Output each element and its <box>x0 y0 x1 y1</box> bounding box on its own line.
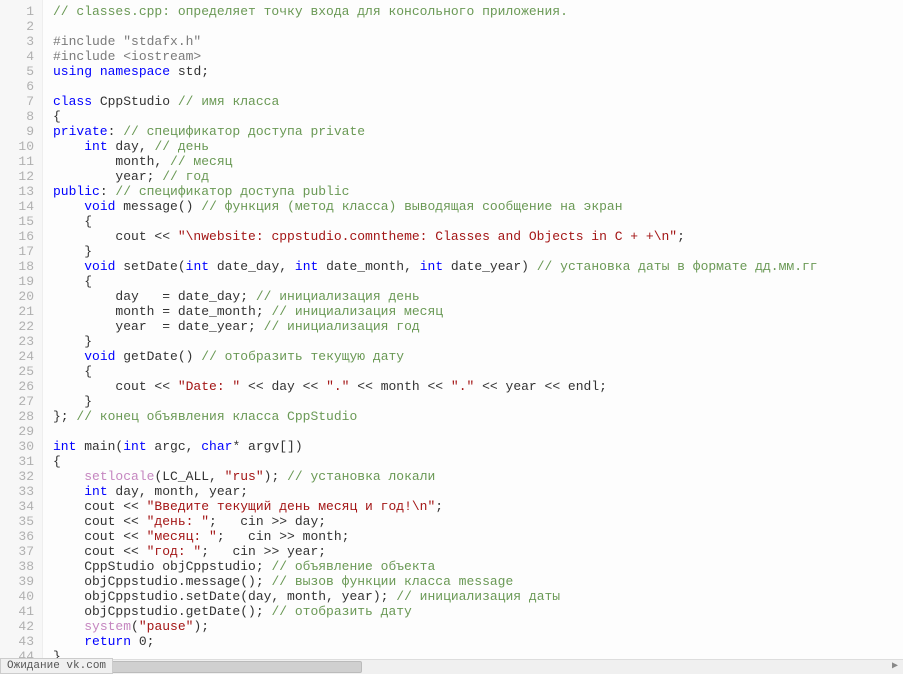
code-line: month, // месяц <box>53 154 903 169</box>
line-number: 40 <box>4 589 34 604</box>
line-number: 42 <box>4 619 34 634</box>
code-line: cout << "год: "; cin >> year; <box>53 544 903 559</box>
code-line: { <box>53 454 903 469</box>
code-line: { <box>53 364 903 379</box>
code-line: void getDate() // отобразить текущую дат… <box>53 349 903 364</box>
code-line: int main(int argc, char* argv[]) <box>53 439 903 454</box>
code-line: cout << "месяц: "; cin >> month; <box>53 529 903 544</box>
line-number: 37 <box>4 544 34 559</box>
code-line <box>53 424 903 439</box>
code-line: } <box>53 394 903 409</box>
code-line: objCppstudio.message(); // вызов функции… <box>53 574 903 589</box>
code-line: } <box>53 244 903 259</box>
line-number-gutter: 1234567891011121314151617181920212223242… <box>0 0 43 668</box>
line-number: 35 <box>4 514 34 529</box>
code-line: objCppstudio.getDate(); // отобразить да… <box>53 604 903 619</box>
line-number: 10 <box>4 139 34 154</box>
code-line: cout << "Введите текущий день месяц и го… <box>53 499 903 514</box>
line-number: 43 <box>4 634 34 649</box>
horizontal-scrollbar[interactable]: ▶ <box>0 659 903 674</box>
code-line: private: // спецификатор доступа private <box>53 124 903 139</box>
code-line: { <box>53 274 903 289</box>
code-line: setlocale(LC_ALL, "rus"); // установка л… <box>53 469 903 484</box>
line-number: 13 <box>4 184 34 199</box>
line-number: 9 <box>4 124 34 139</box>
code-line: } <box>53 334 903 349</box>
code-line: objCppstudio.setDate(day, month, year); … <box>53 589 903 604</box>
status-text: Ожидание vk.com <box>7 660 106 672</box>
code-line: class CppStudio // имя класса <box>53 94 903 109</box>
code-line: #include "stdafx.h" <box>53 34 903 49</box>
code-line: { <box>53 214 903 229</box>
line-number: 26 <box>4 379 34 394</box>
line-number: 11 <box>4 154 34 169</box>
line-number: 27 <box>4 394 34 409</box>
line-number: 14 <box>4 199 34 214</box>
code-line: CppStudio objCppstudio; // объявление об… <box>53 559 903 574</box>
code-line: int day, month, year; <box>53 484 903 499</box>
line-number: 41 <box>4 604 34 619</box>
line-number: 5 <box>4 64 34 79</box>
line-number: 29 <box>4 424 34 439</box>
line-number: 33 <box>4 484 34 499</box>
code-line: // classes.cpp: определяет точку входа д… <box>53 4 903 19</box>
code-line: year = date_year; // инициализация год <box>53 319 903 334</box>
line-number: 21 <box>4 304 34 319</box>
line-number: 24 <box>4 349 34 364</box>
code-line: cout << "Date: " << day << "." << month … <box>53 379 903 394</box>
line-number: 2 <box>4 19 34 34</box>
line-number: 6 <box>4 79 34 94</box>
code-line: public: // спецификатор доступа public <box>53 184 903 199</box>
code-line: { <box>53 109 903 124</box>
line-number: 34 <box>4 499 34 514</box>
code-line: }; // конец объявления класса CppStudio <box>53 409 903 424</box>
code-line: void message() // функция (метод класса)… <box>53 199 903 214</box>
code-line <box>53 79 903 94</box>
line-number: 30 <box>4 439 34 454</box>
line-number: 12 <box>4 169 34 184</box>
code-line: system("pause"); <box>53 619 903 634</box>
line-number: 22 <box>4 319 34 334</box>
code-line: int day, // день <box>53 139 903 154</box>
line-number: 17 <box>4 244 34 259</box>
code-area[interactable]: // classes.cpp: определяет точку входа д… <box>43 0 903 668</box>
code-line: cout << "\nwebsite: cppstudio.comntheme:… <box>53 229 903 244</box>
line-number: 31 <box>4 454 34 469</box>
code-line: cout << "день: "; cin >> day; <box>53 514 903 529</box>
code-line: #include <iostream> <box>53 49 903 64</box>
line-number: 16 <box>4 229 34 244</box>
line-number: 32 <box>4 469 34 484</box>
code-editor: 1234567891011121314151617181920212223242… <box>0 0 903 668</box>
line-number: 25 <box>4 364 34 379</box>
code-line <box>53 19 903 34</box>
code-line: day = date_day; // инициализация день <box>53 289 903 304</box>
line-number: 1 <box>4 4 34 19</box>
line-number: 23 <box>4 334 34 349</box>
code-line: month = date_month; // инициализация мес… <box>53 304 903 319</box>
line-number: 3 <box>4 34 34 49</box>
line-number: 18 <box>4 259 34 274</box>
code-line: return 0; <box>53 634 903 649</box>
line-number: 36 <box>4 529 34 544</box>
line-number: 39 <box>4 574 34 589</box>
scroll-right-arrow-icon[interactable]: ▶ <box>889 660 901 672</box>
line-number: 20 <box>4 289 34 304</box>
line-number: 8 <box>4 109 34 124</box>
line-number: 28 <box>4 409 34 424</box>
line-number: 15 <box>4 214 34 229</box>
status-bar: Ожидание vk.com <box>0 658 113 674</box>
line-number: 38 <box>4 559 34 574</box>
line-number: 7 <box>4 94 34 109</box>
line-number: 4 <box>4 49 34 64</box>
code-line: void setDate(int date_day, int date_mont… <box>53 259 903 274</box>
code-line: year; // год <box>53 169 903 184</box>
code-line: using namespace std; <box>53 64 903 79</box>
line-number: 19 <box>4 274 34 289</box>
